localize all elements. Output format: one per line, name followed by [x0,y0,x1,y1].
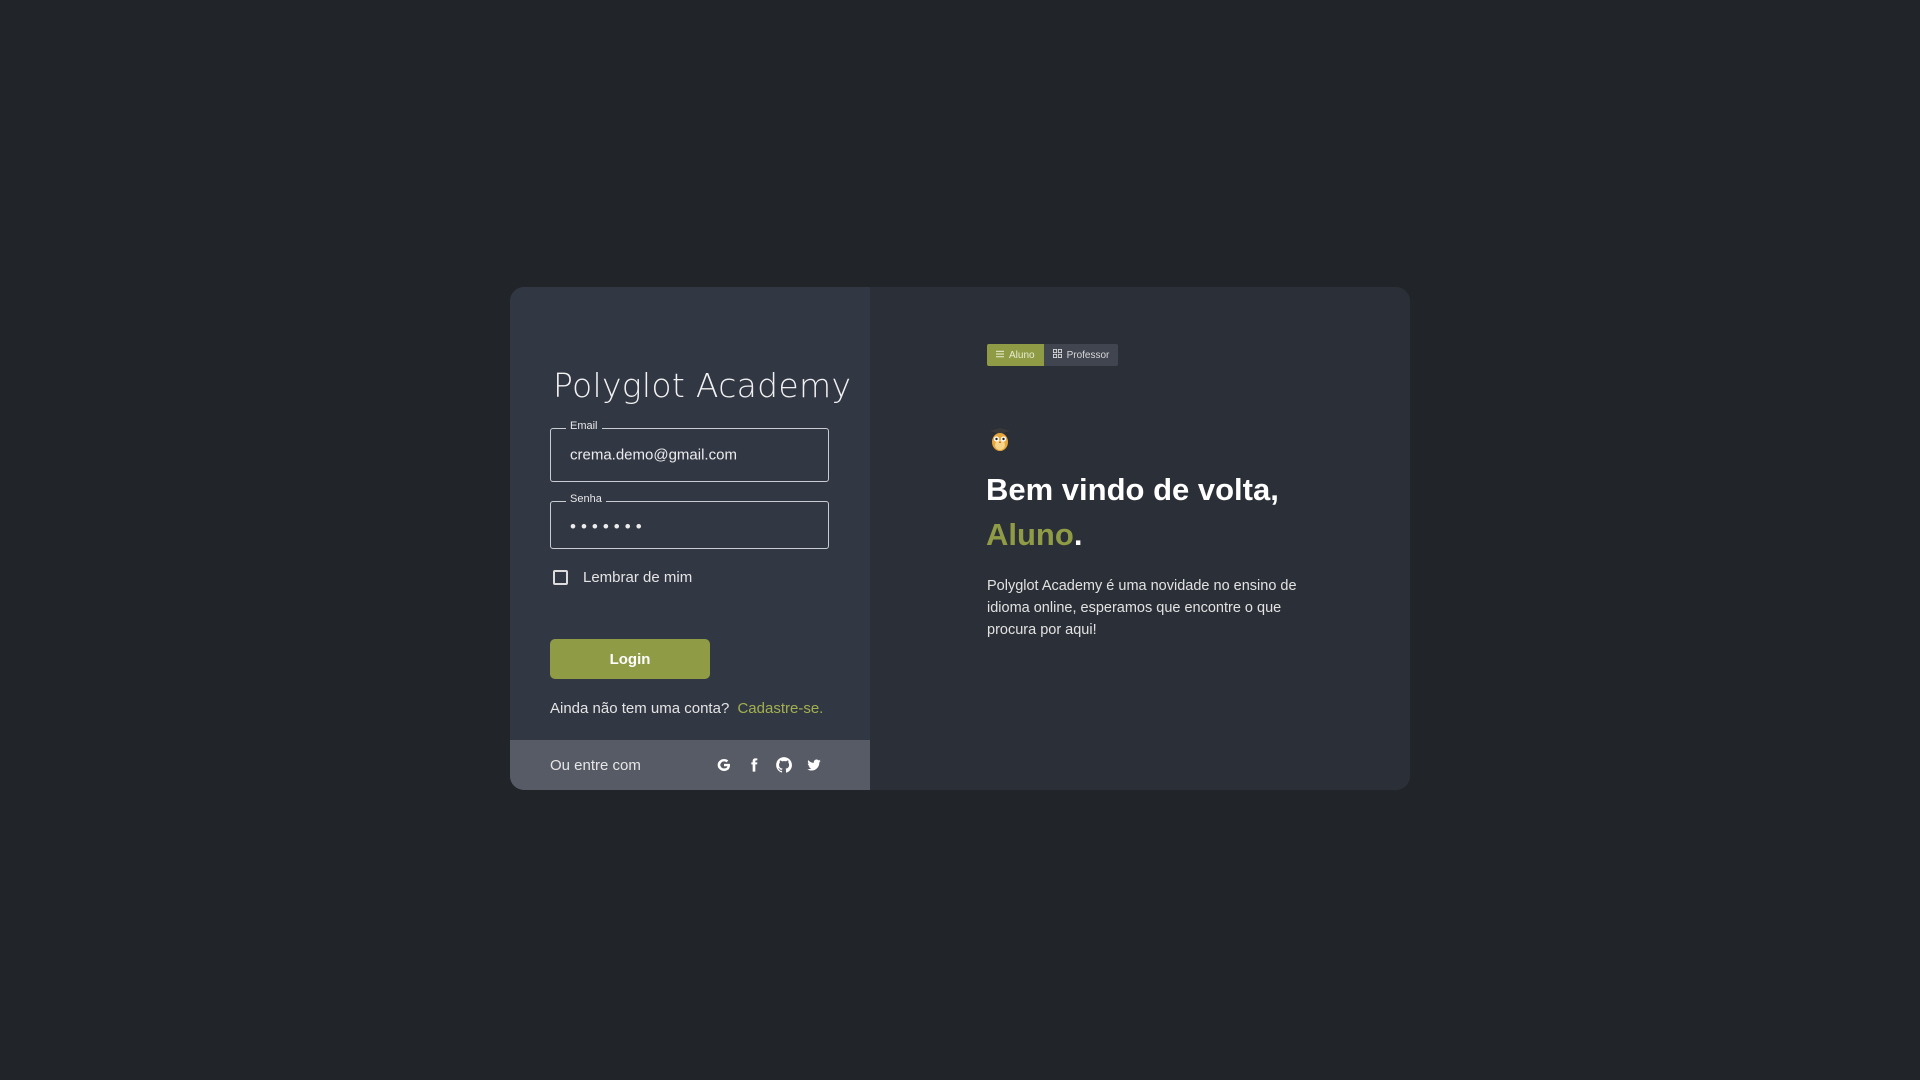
remember-me[interactable]: Lembrar de mim [553,569,692,586]
remember-label[interactable]: Lembrar de mim [583,569,692,586]
grid-icon [1052,349,1062,361]
welcome-panel: Aluno Professor Bem vindo de volta, Alun… [870,287,1410,790]
welcome-punctuation: . [1073,517,1083,552]
welcome-description: Polyglot Academy é uma novidade no ensin… [987,578,1297,638]
social-login-bar: Ou entre com [510,740,870,790]
email-field[interactable]: Email crema.demo@gmail.com [550,420,829,482]
welcome-name-line: Aluno. [986,512,1279,557]
login-panel: Polyglot Academy Email crema.demo@gmail.… [510,287,870,790]
password-label: Senha [566,493,606,505]
email-value[interactable]: crema.demo@gmail.com [570,447,737,464]
welcome-line: Bem vindo de volta, [986,472,1279,507]
twitter-icon[interactable] [805,756,823,774]
role-toggle: Aluno Professor [987,344,1119,366]
toggle-student[interactable]: Aluno [987,344,1044,366]
list-icon [996,350,1004,361]
signup-row: Ainda não tem uma conta? Cadastre-se. [550,700,823,717]
github-icon[interactable] [775,756,793,774]
toggle-teacher[interactable]: Professor [1043,344,1119,366]
remember-checkbox[interactable] [553,570,568,585]
password-field[interactable]: Senha ••••••• [550,493,829,549]
signup-link[interactable]: Cadastre-se. [737,700,823,717]
social-icons [715,756,823,774]
welcome-heading: Bem vindo de volta, Aluno. [986,467,1279,557]
facebook-icon[interactable] [745,756,763,774]
owl-icon [988,428,1012,452]
login-button[interactable]: Login [550,639,710,679]
toggle-teacher-label: Professor [1066,349,1110,361]
toggle-student-label: Aluno [1009,349,1035,361]
social-login-text: Ou entre com [550,756,641,774]
app-title: Polyglot Academy [553,366,852,405]
no-account-text: Ainda não tem uma conta? [550,700,730,717]
password-value[interactable]: ••••••• [570,517,647,537]
email-label: Email [566,420,602,432]
user-role-name: Aluno [986,517,1074,552]
google-icon[interactable] [715,756,733,774]
login-card: Polyglot Academy Email crema.demo@gmail.… [510,287,1410,790]
